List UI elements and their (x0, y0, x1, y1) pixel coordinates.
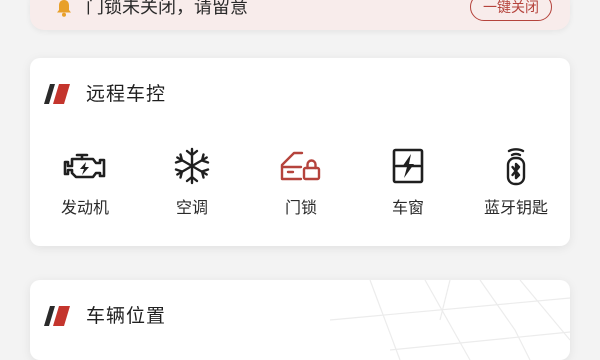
car-window-icon (392, 148, 424, 184)
vehicle-location-card[interactable]: 车辆位置 (30, 280, 570, 360)
door-lock-label: 门锁 (284, 198, 317, 217)
brand-slash-icon (44, 306, 70, 326)
bluetooth-key-label: 蓝牙钥匙 (483, 198, 548, 217)
remote-control-grid: 发动机 空调 门锁 车窗 蓝牙钥匙 (30, 146, 570, 226)
engine-label: 发动机 (60, 198, 109, 217)
bluetooth-key-control[interactable]: 蓝牙钥匙 (466, 146, 566, 226)
map-preview (330, 280, 570, 360)
vehicle-location-title: 车辆位置 (86, 305, 167, 327)
car-window-label: 车窗 (391, 198, 424, 217)
air-conditioner-control[interactable]: 空调 (142, 146, 242, 226)
engine-control[interactable]: 发动机 (35, 146, 135, 226)
close-all-doors-button[interactable]: 一键关闭 (470, 0, 552, 21)
bell-icon (57, 0, 71, 17)
car-window-control[interactable]: 车窗 (358, 146, 458, 226)
vehicle-location-header: 车辆位置 (44, 302, 166, 330)
engine-icon (63, 153, 106, 179)
brand-slash-icon (44, 84, 70, 104)
remote-control-header: 远程车控 (44, 80, 166, 108)
remote-control-card: 远程车控 发动机 空调 门锁 车窗 蓝牙钥匙 (30, 58, 570, 246)
bluetooth-key-icon (506, 148, 526, 186)
door-alert-banner: 门锁未关闭，请留意 一键关闭 (30, 0, 570, 30)
door-lock-icon (280, 151, 321, 181)
alert-message: 门锁未关闭，请留意 (86, 0, 248, 18)
remote-control-title: 远程车控 (86, 83, 167, 105)
door-lock-control[interactable]: 门锁 (251, 146, 351, 226)
air-conditioner-label: 空调 (175, 198, 208, 217)
snowflake-icon (174, 147, 210, 185)
